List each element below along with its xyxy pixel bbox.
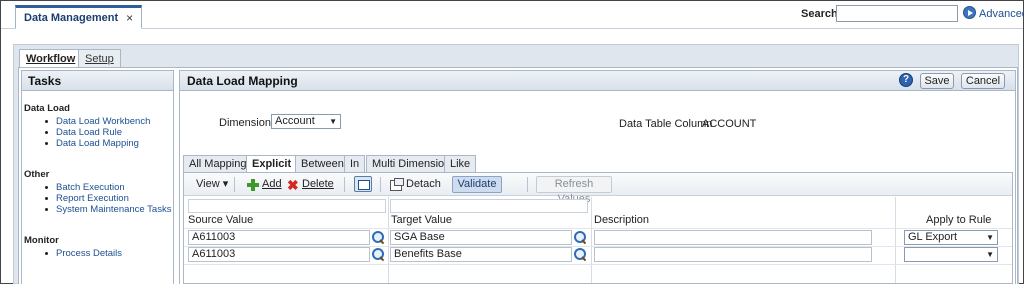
target-value-cell[interactable]: Benefits Base xyxy=(390,247,572,262)
data-load-list: Data Load Workbench Data Load Rule Data … xyxy=(42,116,150,149)
view-label: View xyxy=(196,178,220,190)
column-header-source[interactable]: Source Value xyxy=(188,213,253,227)
detach-icon[interactable] xyxy=(390,178,404,191)
column-header-description[interactable]: Description xyxy=(594,213,649,227)
help-icon[interactable]: ? xyxy=(899,73,913,87)
delete-button[interactable]: Delete xyxy=(302,177,334,192)
target-value-cell[interactable]: SGA Base xyxy=(390,230,572,245)
application-frame: Data Management × Search: Advanced Workf… xyxy=(0,0,1024,284)
advanced-search-icon[interactable] xyxy=(963,6,976,19)
row-divider xyxy=(184,264,1012,265)
tab-title: Data Management xyxy=(24,12,119,24)
apply-to-rule-value: GL Export xyxy=(908,231,958,243)
group-monitor: Monitor xyxy=(24,235,59,246)
query-by-example-icon[interactable] xyxy=(354,176,372,192)
data-table-column-label: Data Table Column xyxy=(619,118,713,130)
column-divider xyxy=(895,197,896,283)
monitor-list: Process Details xyxy=(42,248,122,259)
column-divider xyxy=(591,197,592,283)
task-process-details[interactable]: Process Details xyxy=(42,248,122,259)
dimensions-select[interactable]: Account ▼ xyxy=(271,114,341,129)
chevron-down-icon: ▼ xyxy=(986,233,994,242)
source-value-cell[interactable]: A611003 xyxy=(188,247,370,262)
dimensions-label: Dimensions xyxy=(219,117,277,129)
chevron-down-icon: ▼ xyxy=(329,117,337,126)
apply-to-rule-select[interactable]: ▼ xyxy=(904,247,998,262)
column-divider xyxy=(388,197,389,283)
tab-data-management[interactable]: Data Management × xyxy=(15,5,143,29)
add-button[interactable]: Add xyxy=(262,177,282,192)
tasks-title: Tasks xyxy=(22,71,173,91)
advanced-link[interactable]: Advanced xyxy=(979,8,1024,20)
other-list: Batch Execution Report Execution System … xyxy=(42,182,171,215)
refresh-values-button: Refresh Values xyxy=(536,176,612,205)
cancel-button[interactable]: Cancel xyxy=(961,73,1005,89)
toolbar-separator xyxy=(380,177,381,192)
task-data-load-workbench[interactable]: Data Load Workbench xyxy=(42,116,150,127)
task-system-maintenance[interactable]: System Maintenance Tasks xyxy=(42,204,171,215)
grid-toolbar: View ▾ Add ✖ Delete Detach Validate Refr… xyxy=(184,173,1012,205)
source-value-cell[interactable]: A611003 xyxy=(188,230,370,245)
mapping-panel: Data Load Mapping ? Save Cancel Dimensio… xyxy=(179,70,1016,284)
row-divider xyxy=(184,228,1012,229)
source-filter-input[interactable] xyxy=(188,199,386,213)
detach-button[interactable]: Detach xyxy=(406,177,441,192)
task-data-load-rule[interactable]: Data Load Rule xyxy=(42,127,150,138)
delete-icon[interactable]: ✖ xyxy=(287,178,299,192)
top-bar: Data Management × Search: Advanced xyxy=(1,1,1024,29)
target-filter-input[interactable] xyxy=(390,199,588,213)
save-button[interactable]: Save xyxy=(920,73,954,89)
tab-in[interactable]: In xyxy=(344,155,366,172)
mapping-grid: View ▾ Add ✖ Delete Detach Validate Refr… xyxy=(183,172,1013,284)
toolbar-separator xyxy=(234,177,235,192)
apply-to-rule-select[interactable]: GL Export ▼ xyxy=(904,230,998,245)
tasks-panel: Tasks Data Load Data Load Workbench Data… xyxy=(21,70,174,284)
tab-multi-dimension[interactable]: Multi Dimension xyxy=(366,155,457,172)
validate-button[interactable]: Validate xyxy=(452,176,502,193)
group-data-load: Data Load xyxy=(24,103,70,114)
description-cell[interactable] xyxy=(594,230,872,245)
toolbar-separator xyxy=(344,177,345,192)
close-icon[interactable]: × xyxy=(126,11,133,25)
tab-explicit[interactable]: Explicit xyxy=(246,155,298,173)
search-input[interactable] xyxy=(836,5,958,22)
tab-between[interactable]: Between xyxy=(295,155,350,172)
toolbar-separator xyxy=(527,177,528,192)
description-cell[interactable] xyxy=(594,247,872,262)
column-header-target[interactable]: Target Value xyxy=(391,213,452,227)
search-icon[interactable] xyxy=(372,231,385,244)
dimensions-value: Account xyxy=(275,115,315,127)
task-batch-execution[interactable]: Batch Execution xyxy=(42,182,171,193)
view-menu[interactable]: View ▾ xyxy=(196,177,228,192)
tab-setup[interactable]: Setup xyxy=(78,49,121,67)
data-table-column-value: ACCOUNT xyxy=(702,118,757,130)
column-header-apply-to-rule[interactable]: Apply to Rule xyxy=(926,213,991,227)
group-other: Other xyxy=(24,169,50,180)
task-report-execution[interactable]: Report Execution xyxy=(42,193,171,204)
tab-workflow[interactable]: Workflow xyxy=(19,49,83,67)
search-icon[interactable] xyxy=(574,231,587,244)
chevron-down-icon: ▼ xyxy=(986,250,994,259)
search-icon[interactable] xyxy=(372,248,385,261)
add-icon[interactable] xyxy=(247,179,259,191)
task-data-load-mapping[interactable]: Data Load Mapping xyxy=(42,138,150,149)
search-icon[interactable] xyxy=(574,248,587,261)
tab-like[interactable]: Like xyxy=(444,155,477,172)
page-title: Data Load Mapping xyxy=(180,71,1015,91)
